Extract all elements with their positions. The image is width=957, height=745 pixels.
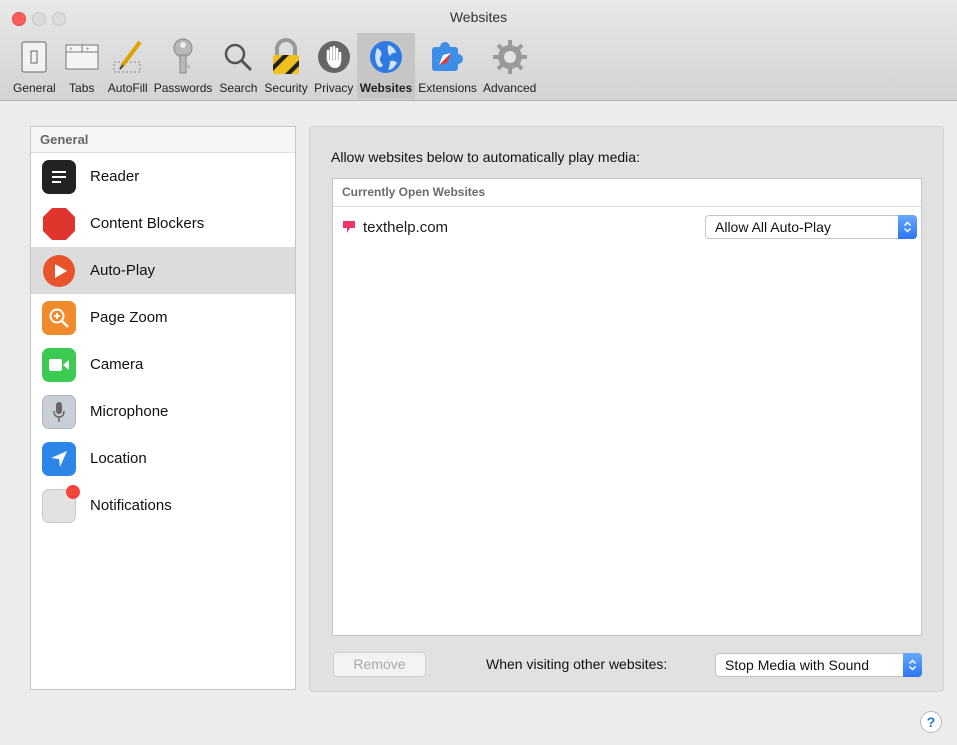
sidebar-item-label: Auto-Play — [90, 262, 156, 279]
preferences-toolbar: General × + Tabs AutoFill Passwords Searc… — [10, 33, 539, 99]
magnifier-icon — [218, 37, 258, 77]
gear-icon — [490, 37, 530, 77]
select-value: Allow All Auto-Play — [715, 219, 831, 235]
sidebar-item-label: Notifications — [90, 497, 172, 514]
lock-icon — [266, 37, 306, 77]
microphone-icon — [42, 394, 76, 429]
sidebar-item-notifications[interactable]: Notifications — [31, 482, 295, 529]
tab-advanced[interactable]: Advanced — [480, 33, 539, 99]
site-name: texthelp.com — [363, 218, 449, 236]
svg-text:+: + — [86, 47, 90, 53]
tab-security[interactable]: Security — [261, 33, 310, 99]
other-websites-label: When visiting other websites: — [486, 656, 668, 672]
sidebar-item-location[interactable]: Location — [31, 435, 295, 482]
sidebar-item-auto-play[interactable]: Auto-Play — [31, 247, 295, 294]
websites-sidebar: General Reader Content Blockers Auto-Pla… — [30, 126, 296, 690]
tab-privacy[interactable]: Privacy — [311, 33, 357, 99]
tabs-icon: × + — [62, 37, 102, 77]
location-icon — [42, 441, 76, 476]
chevron-updown-icon — [903, 653, 922, 677]
tab-passwords[interactable]: Passwords — [151, 33, 216, 99]
other-websites-select[interactable]: Stop Media with Sound — [715, 653, 922, 677]
sidebar-item-page-zoom[interactable]: Page Zoom — [31, 294, 295, 341]
sidebar-item-label: Location — [90, 450, 147, 467]
title-bar: Websites General × + Tabs AutoFill Passwo… — [0, 0, 957, 101]
help-button[interactable]: ? — [920, 711, 942, 733]
tab-search[interactable]: Search — [215, 33, 261, 99]
table-header: Currently Open Websites — [333, 179, 921, 207]
sidebar-item-microphone[interactable]: Microphone — [31, 388, 295, 435]
tab-websites[interactable]: Websites — [356, 33, 416, 99]
tab-tabs[interactable]: × + Tabs — [59, 33, 105, 99]
general-icon — [14, 37, 54, 77]
notifications-icon — [42, 484, 80, 523]
zoom-icon — [42, 300, 76, 335]
site-autoplay-select[interactable]: Allow All Auto-Play — [705, 215, 917, 239]
sidebar-item-label: Reader — [90, 168, 140, 185]
globe-icon — [366, 37, 406, 77]
remove-button[interactable]: Remove — [333, 652, 426, 677]
sidebar-item-label: Content Blockers — [90, 215, 205, 232]
texthelp-favicon-icon — [343, 221, 355, 233]
sidebar-item-camera[interactable]: Camera — [31, 341, 295, 388]
svg-text:×: × — [69, 47, 73, 53]
websites-table: Currently Open Websites texthelp.com All… — [332, 178, 922, 636]
sidebar-item-reader[interactable]: Reader — [31, 153, 295, 200]
chevron-updown-icon — [898, 215, 917, 239]
table-row[interactable]: texthelp.com Allow All Auto-Play — [333, 207, 921, 247]
sidebar-item-label: Camera — [90, 356, 144, 373]
hand-icon — [314, 37, 354, 77]
camera-icon — [42, 347, 76, 382]
select-value: Stop Media with Sound — [725, 657, 869, 673]
play-icon — [42, 254, 76, 288]
panel-prompt: Allow websites below to automatically pl… — [331, 149, 640, 165]
stop-icon — [42, 207, 76, 241]
notification-badge — [66, 484, 80, 499]
autofill-icon — [108, 37, 148, 77]
key-icon — [163, 37, 203, 77]
sidebar-item-content-blockers[interactable]: Content Blockers — [31, 200, 295, 247]
sidebar-item-label: Microphone — [90, 403, 169, 420]
puzzle-icon — [428, 37, 468, 77]
sidebar-header: General — [31, 127, 295, 153]
auto-play-panel: Allow websites below to automatically pl… — [309, 126, 944, 692]
tab-general[interactable]: General — [10, 33, 59, 99]
tab-autofill[interactable]: AutoFill — [105, 33, 151, 99]
window-title: Websites — [449, 9, 508, 25]
reader-icon — [42, 159, 76, 194]
tab-extensions[interactable]: Extensions — [415, 33, 480, 99]
sidebar-item-label: Page Zoom — [90, 309, 168, 326]
